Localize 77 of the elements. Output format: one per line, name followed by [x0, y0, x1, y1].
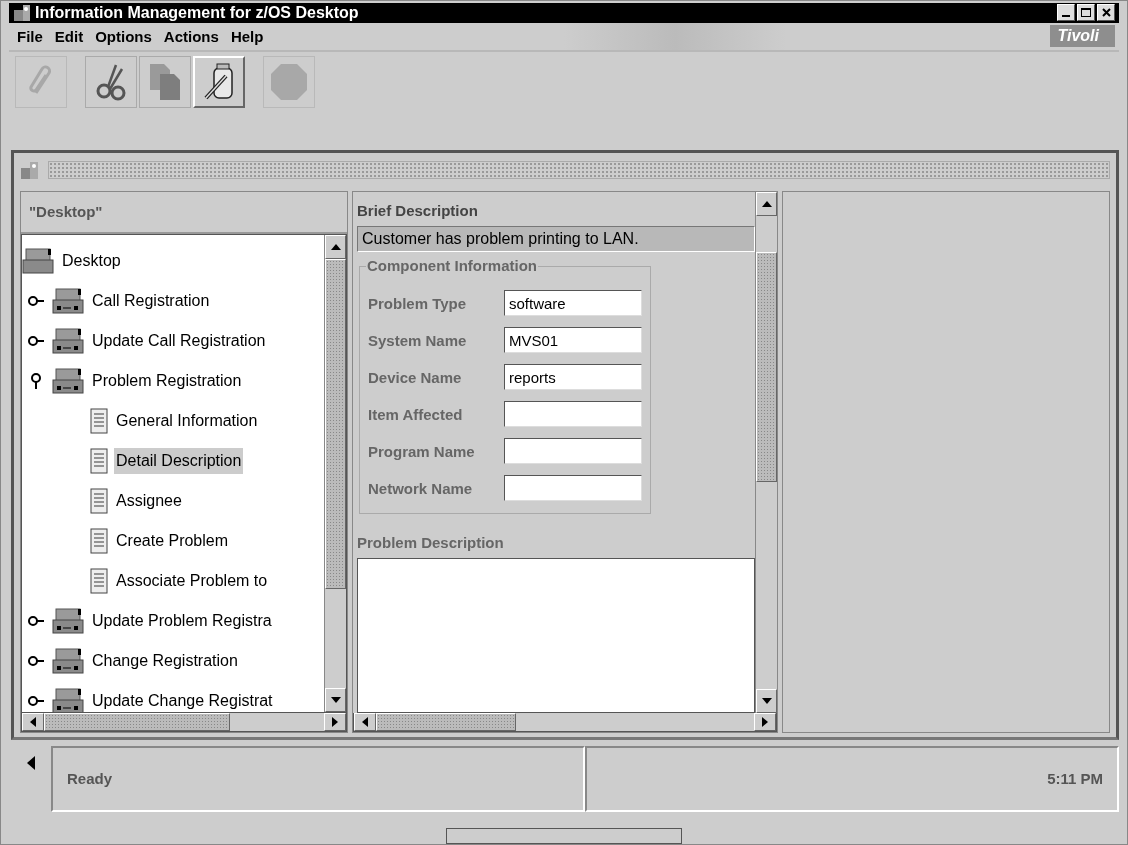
- field-label: Network Name: [368, 479, 474, 497]
- status-message: Ready: [67, 770, 113, 788]
- toolbar-button[interactable]: [85, 55, 137, 108]
- tree-item[interactable]: Change Registration: [90, 647, 240, 674]
- folder-icon: [52, 607, 84, 634]
- expander-icon[interactable]: [27, 294, 45, 307]
- close-icon: [1101, 8, 1111, 18]
- down-arrow-icon[interactable]: [761, 697, 772, 704]
- tree-item[interactable]: Update Change Registrat: [90, 687, 275, 712]
- field-label: Device Name: [368, 368, 463, 386]
- input-field[interactable]: software: [504, 290, 642, 317]
- frame-icon: [20, 159, 40, 180]
- status-time: 5:11 PM: [1047, 770, 1103, 788]
- document-icon: [90, 407, 108, 434]
- down-arrow-icon[interactable]: [330, 696, 341, 703]
- maximize-button[interactable]: [1077, 4, 1095, 22]
- maximize-icon: [1081, 8, 1091, 18]
- input-field[interactable]: [504, 475, 642, 502]
- field-label: System Name: [368, 331, 468, 349]
- folder-icon: [52, 647, 84, 674]
- field-label: Problem Description: [357, 533, 505, 554]
- input-field[interactable]: MVS01: [504, 327, 642, 354]
- window-title: Information Management for z/OS Desktop: [35, 3, 360, 22]
- field-label: Item Affected: [368, 405, 464, 423]
- scissors-icon: [94, 62, 128, 101]
- vertical-scrollbar[interactable]: [755, 191, 777, 713]
- close-button[interactable]: [1097, 4, 1115, 22]
- menu-item[interactable]: Options: [91, 27, 160, 45]
- horizontal-scrollbar[interactable]: [353, 712, 777, 732]
- minimize-icon: [1062, 14, 1070, 17]
- document-icon: [90, 567, 108, 594]
- tree-item[interactable]: Problem Registration: [90, 367, 244, 394]
- right-arrow-icon[interactable]: [332, 716, 338, 727]
- folder-icon: [52, 287, 84, 314]
- brief-description-field[interactable]: Customer has problem printing to LAN.: [357, 225, 755, 252]
- stop-icon: [269, 61, 309, 102]
- left-arrow-icon[interactable]: [30, 716, 36, 727]
- tree-item[interactable]: Update Call Registration: [90, 327, 268, 354]
- menu-item[interactable]: Actions: [159, 27, 227, 45]
- field-label: Program Name: [368, 442, 476, 460]
- expander-icon[interactable]: [27, 334, 45, 347]
- expander-icon[interactable]: [30, 371, 42, 390]
- app-icon: [13, 3, 31, 22]
- folder-icon: [52, 327, 84, 354]
- document-icon: [90, 527, 108, 554]
- left-arrow-icon[interactable]: [362, 716, 368, 727]
- tree-item[interactable]: Associate Problem to: [114, 567, 270, 594]
- folder-icon: [52, 367, 84, 394]
- up-arrow-icon[interactable]: [330, 243, 341, 250]
- document-icon: [90, 487, 108, 514]
- input-field[interactable]: [504, 438, 642, 465]
- collapse-arrow-icon[interactable]: [27, 755, 35, 770]
- expander-icon[interactable]: [27, 694, 45, 707]
- copy-icon: [148, 61, 182, 102]
- tree-item[interactable]: Call Registration: [90, 287, 212, 314]
- tree-item[interactable]: Assignee: [114, 487, 184, 514]
- document-icon: [90, 447, 108, 474]
- field-label: Problem Type: [368, 294, 468, 312]
- field-label: Brief Description: [357, 201, 479, 222]
- tree-item[interactable]: General Information: [114, 407, 260, 434]
- menu-item[interactable]: Help: [226, 27, 272, 45]
- tree-item[interactable]: Detail Description: [114, 447, 244, 474]
- tree-item[interactable]: Update Problem Registra: [90, 607, 274, 634]
- menu-item[interactable]: File: [13, 27, 51, 45]
- right-arrow-icon[interactable]: [762, 716, 768, 727]
- minimize-button[interactable]: [1057, 4, 1075, 22]
- tool-icon: [202, 61, 236, 102]
- input-field[interactable]: [504, 401, 642, 428]
- tree-item[interactable]: Desktop: [60, 247, 123, 274]
- menu-item[interactable]: Edit: [50, 27, 92, 45]
- vertical-scrollbar[interactable]: [324, 234, 346, 712]
- up-arrow-icon[interactable]: [761, 200, 772, 207]
- expander-icon[interactable]: [27, 654, 45, 667]
- input-field[interactable]: reports: [504, 364, 642, 391]
- tree-item[interactable]: Create Problem: [114, 527, 231, 554]
- brand-logo: Tivoli: [1049, 25, 1115, 48]
- expander-icon[interactable]: [27, 614, 45, 627]
